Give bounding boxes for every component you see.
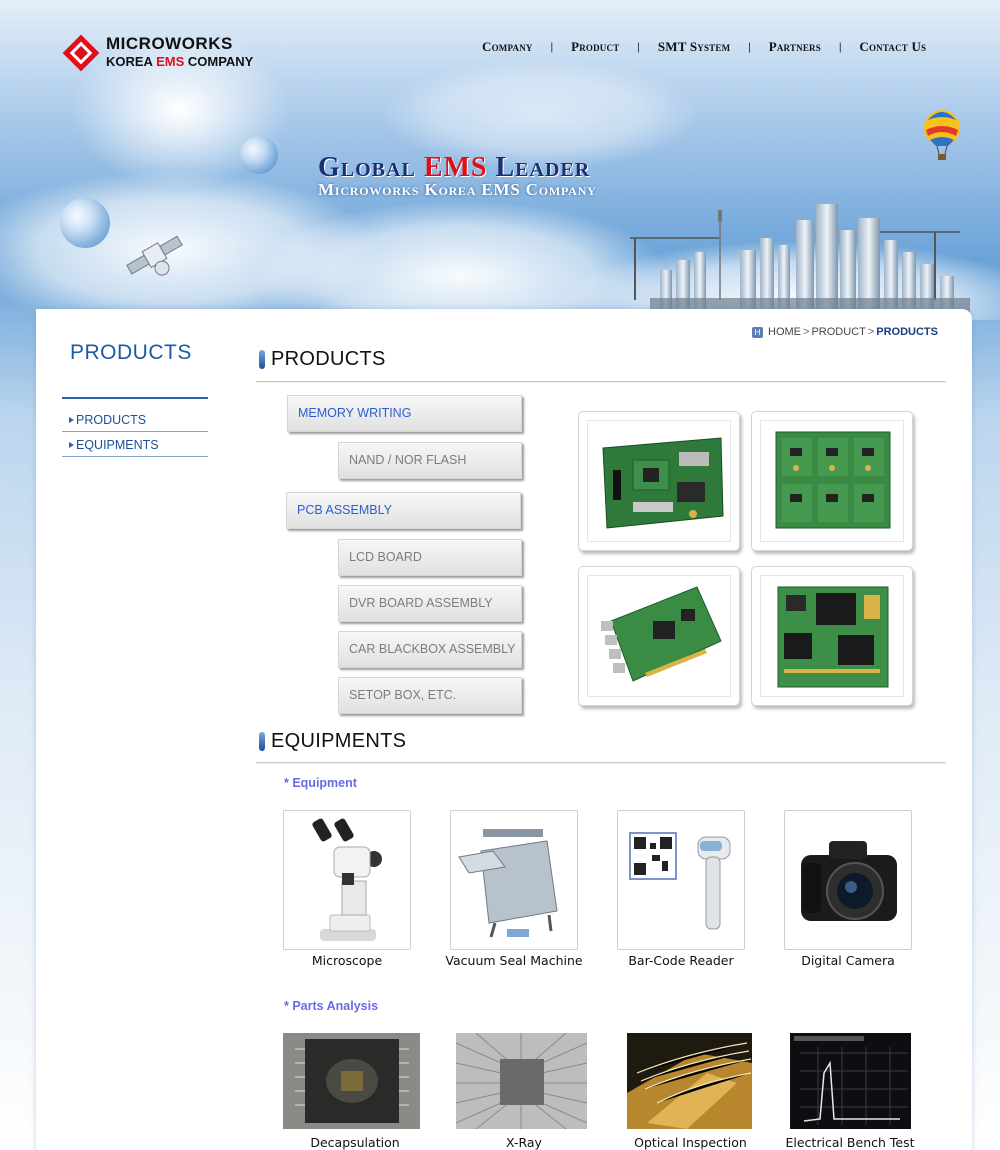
hot-air-balloon-icon [924, 110, 960, 160]
satellite-icon [126, 235, 183, 276]
sidebar-item-equipments[interactable]: EQUIPMENTS [62, 432, 208, 457]
equipment-caption: Digital Camera [801, 953, 895, 968]
products-heading: PRODUCTS [271, 348, 386, 370]
equipments-section-title: EQUIPMENTS [259, 730, 406, 753]
hero-subtitle: Microworks Korea EMS Company [318, 180, 597, 199]
breadcrumb: H HOME > PRODUCT > PRODUCTS [752, 326, 938, 338]
products-divider [256, 381, 946, 382]
sidebar-divider [62, 397, 208, 399]
microscope-image [312, 818, 382, 941]
menu-nand-nor-flash[interactable]: NAND / NOR FLASH [338, 442, 522, 479]
microworks-logo-icon [62, 34, 100, 72]
analysis-caption: Optical Inspection [634, 1135, 747, 1150]
analysis-optical-inspection-card[interactable] [627, 1033, 752, 1129]
menu-pcb-assembly[interactable]: PCB ASSEMBLY [286, 492, 521, 529]
analysis-decapsulation-card[interactable] [283, 1033, 420, 1129]
city-skyline-illustration [630, 204, 970, 315]
breadcrumb-current: PRODUCTS [876, 326, 938, 338]
analysis-caption: Electrical Bench Test [785, 1135, 915, 1150]
brand-name: MICROWORKS [106, 34, 233, 53]
menu-car-blackbox-assembly[interactable]: CAR BLACKBOX ASSEMBLY [338, 631, 522, 668]
breadcrumb-product[interactable]: PRODUCT [811, 326, 865, 338]
product-thumbnail[interactable] [578, 411, 740, 551]
digital-camera-image [801, 841, 897, 921]
module-board-image [777, 586, 889, 688]
menu-setop-box[interactable]: SETOP BOX, ETC. [338, 677, 522, 714]
products-section-title: PRODUCTS [259, 348, 386, 371]
nav-contact-us[interactable]: Contact Us [859, 39, 926, 55]
vacuum-seal-machine-image [458, 829, 558, 938]
sidebar-title: PRODUCTS [70, 341, 192, 364]
analysis-caption: Decapsulation [310, 1135, 400, 1150]
nav-separator: | [637, 41, 640, 53]
breadcrumb-separator: > [803, 326, 810, 338]
equipment-barcode-reader-card[interactable] [617, 810, 745, 950]
product-thumbnail[interactable] [751, 566, 913, 706]
product-thumbnail[interactable] [751, 411, 913, 551]
hero-banner: MICROWORKS KOREA EMS COMPANY Company | P… [0, 0, 1000, 320]
equipment-digital-camera-card[interactable] [784, 810, 912, 950]
barcode-reader-image [629, 832, 731, 930]
globe-icon [240, 136, 278, 174]
nav-partners[interactable]: Partners [769, 39, 821, 55]
hero-headline: Global EMS Leader Microworks Korea EMS C… [318, 152, 597, 200]
nav-separator: | [748, 41, 751, 53]
menu-lcd-board[interactable]: LCD BOARD [338, 539, 522, 576]
equipment-subheading: * Equipment [284, 776, 357, 790]
parts-analysis-subheading: * Parts Analysis [284, 999, 379, 1013]
optical-inspection-image [627, 1033, 752, 1129]
menu-memory-writing[interactable]: MEMORY WRITING [287, 395, 522, 432]
nav-separator: | [550, 41, 554, 53]
analysis-electrical-bench-test-card[interactable] [790, 1033, 911, 1129]
breadcrumb-home[interactable]: HOME [768, 326, 801, 338]
pcb-board-image [602, 437, 724, 529]
equipment-caption: Bar-Code Reader [628, 953, 734, 968]
pcb-panel-image [775, 431, 891, 529]
section-marker-icon [259, 732, 265, 751]
equipments-divider [256, 762, 946, 763]
menu-dvr-board-assembly[interactable]: DVR BOARD ASSEMBLY [338, 585, 522, 622]
breadcrumb-separator: > [867, 326, 875, 338]
top-navigation: Company | Product | SMT System | Partner… [482, 39, 926, 55]
equipments-heading: EQUIPMENTS [271, 730, 407, 752]
brand-tagline: KOREA EMS COMPANY [106, 54, 254, 69]
globe-icon [60, 198, 110, 248]
equipment-microscope-card[interactable] [283, 810, 411, 950]
brand-logo[interactable]: MICROWORKS KOREA EMS COMPANY [62, 30, 282, 76]
xray-image [456, 1033, 587, 1129]
product-thumbnail[interactable] [578, 566, 740, 706]
nav-company[interactable]: Company [482, 39, 533, 55]
nav-smt-system[interactable]: SMT System [658, 39, 730, 55]
home-icon: H [752, 326, 763, 338]
sidebar-item-products[interactable]: PRODUCTS [62, 407, 208, 432]
analysis-xray-card[interactable] [456, 1033, 587, 1129]
section-marker-icon [259, 350, 265, 369]
electrical-bench-test-image [790, 1033, 911, 1129]
analysis-caption: X-Ray [506, 1135, 542, 1150]
equipment-caption: Microscope [311, 953, 383, 968]
equipment-caption: Vacuum Seal Machine [445, 953, 583, 968]
equipment-vacuum-seal-card[interactable] [450, 810, 578, 950]
dvr-card-image [601, 586, 722, 682]
nav-separator: | [838, 41, 842, 53]
decapsulation-image [283, 1033, 420, 1129]
nav-product[interactable]: Product [571, 39, 619, 55]
